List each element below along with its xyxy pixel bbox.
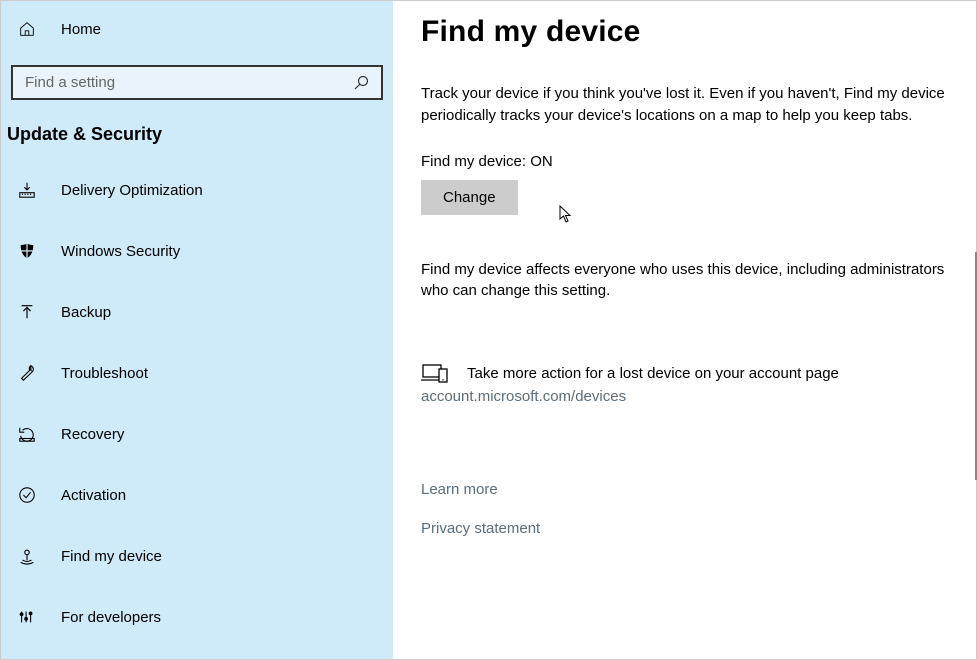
devices-icon (421, 362, 449, 384)
search-input[interactable] (25, 74, 353, 91)
sidebar-item-recovery[interactable]: Recovery (7, 411, 387, 457)
account-action-row: Take more action for a lost device on yo… (421, 362, 948, 384)
main-content: Find my device Track your device if you … (393, 1, 976, 659)
search-input-box[interactable] (11, 65, 383, 100)
delivery-optimization-icon (17, 180, 37, 200)
privacy-statement-link[interactable]: Privacy statement (421, 520, 948, 537)
find-device-icon (17, 546, 37, 566)
sidebar-nav-list: Delivery Optimization Windows Security (7, 167, 387, 640)
sidebar-heading: Update & Security (7, 118, 387, 167)
sidebar-item-activation[interactable]: Activation (7, 472, 387, 518)
home-nav[interactable]: Home (7, 9, 387, 49)
learn-more-link[interactable]: Learn more (421, 481, 948, 498)
sidebar: Home Update & Security (1, 1, 393, 659)
sidebar-item-for-developers[interactable]: For developers (7, 594, 387, 640)
sidebar-item-label: Activation (61, 487, 126, 504)
sidebar-item-label: For developers (61, 609, 161, 626)
sidebar-item-backup[interactable]: Backup (7, 289, 387, 335)
find-my-device-status: Find my device: ON (421, 153, 948, 170)
sidebar-item-label: Troubleshoot (61, 365, 148, 382)
sidebar-item-label: Delivery Optimization (61, 182, 203, 199)
page-title: Find my device (421, 15, 948, 49)
developers-icon (17, 607, 37, 627)
change-button[interactable]: Change (421, 180, 518, 215)
home-label: Home (61, 21, 101, 38)
sidebar-item-delivery-optimization[interactable]: Delivery Optimization (7, 167, 387, 213)
shield-icon (17, 241, 37, 261)
account-action-text: Take more action for a lost device on yo… (467, 365, 839, 382)
sidebar-item-label: Recovery (61, 426, 124, 443)
search-icon (353, 75, 369, 91)
home-icon (17, 19, 37, 39)
affect-description: Find my device affects everyone who uses… (421, 259, 948, 303)
sidebar-item-troubleshoot[interactable]: Troubleshoot (7, 350, 387, 396)
sidebar-item-label: Backup (61, 304, 111, 321)
sidebar-item-find-my-device[interactable]: Find my device (7, 533, 387, 579)
account-devices-link[interactable]: account.microsoft.com/devices (421, 388, 948, 405)
activation-icon (17, 485, 37, 505)
sidebar-item-windows-security[interactable]: Windows Security (7, 228, 387, 274)
sidebar-item-label: Windows Security (61, 243, 180, 260)
page-description: Track your device if you think you've lo… (421, 83, 948, 127)
sidebar-item-label: Find my device (61, 548, 162, 565)
wrench-icon (17, 363, 37, 383)
backup-icon (17, 302, 37, 322)
recovery-icon (17, 424, 37, 444)
